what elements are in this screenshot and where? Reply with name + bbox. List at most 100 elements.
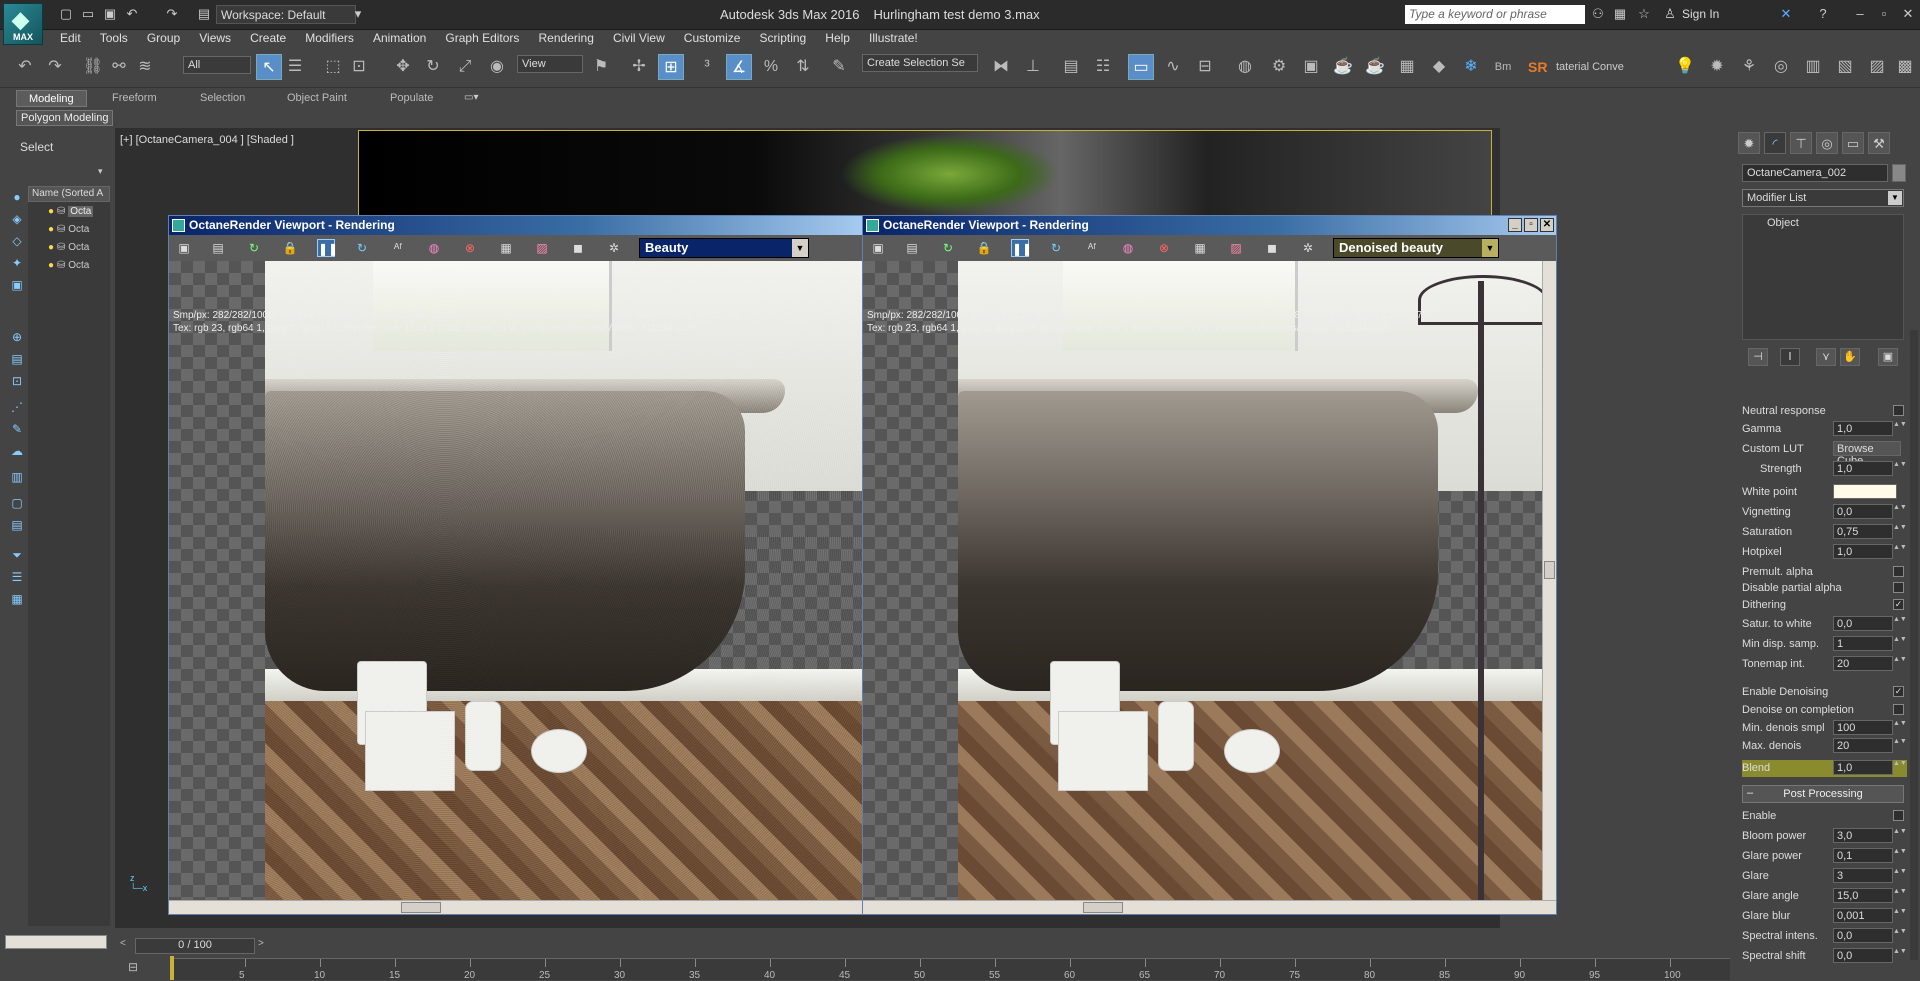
select-by-name-icon[interactable]: ☰ [282,54,308,80]
window-crossing-icon[interactable]: ⊡ [346,54,372,80]
rotate-icon[interactable]: ↻ [420,54,446,80]
color-picker-icon[interactable]: ◍ [425,239,443,257]
select-manipulate-icon[interactable]: ✢ [626,54,652,80]
picker-icon[interactable]: ▨ [533,239,551,257]
mirror-icon[interactable]: ⧓ [988,54,1014,80]
prop-checkbox[interactable]: ✓ [1893,686,1904,697]
time-prev-icon[interactable]: < [120,938,130,954]
menu-modifiers[interactable]: Modifiers [297,30,362,46]
menu-help[interactable]: Help [817,30,858,46]
filter-frozen-icon[interactable]: ▢ [8,496,26,512]
layers-icon[interactable]: ☷ [1090,54,1116,80]
prop-value-field[interactable]: 0,75 [1833,524,1893,539]
display-filter-icon[interactable]: ● [8,190,26,206]
link-icon[interactable]: ⛓ [80,54,106,80]
light-bulb-icon[interactable]: ● [48,206,54,217]
search-input[interactable]: Type a keyword or phrase [1405,5,1585,24]
spinner-icon[interactable]: ▲▼ [1893,720,1907,735]
filter-spacewarps-icon[interactable]: ▤ [8,352,26,368]
restart-render-icon[interactable]: ↻ [939,239,957,257]
app-menu-button[interactable]: ◆ MAX [3,3,43,45]
window-restore-icon[interactable]: ▫ [1524,218,1538,232]
prop-checkbox[interactable] [1893,810,1904,821]
ribbon-toggle-icon[interactable]: ▭ [1128,54,1154,80]
time-slider[interactable]: 0 / 100 [135,938,255,954]
reference-coord-dropdown[interactable]: View [517,55,583,73]
copy-render-icon[interactable]: ▤ [903,239,921,257]
curve-editor-icon[interactable]: ∿ [1160,54,1186,80]
prop-value-field[interactable]: 1,0 [1833,544,1893,559]
scroll-thumb[interactable] [401,902,441,913]
edit-named-selection-icon[interactable]: ✎ [826,54,852,80]
filter-shapes-icon[interactable]: ◇ [8,234,26,250]
align-icon[interactable]: ⊥ [1020,54,1046,80]
modifier-stack[interactable] [1742,214,1904,340]
filter-hidden-icon[interactable]: ▤ [8,518,26,534]
spinner-icon[interactable]: ▲▼ [1893,656,1907,671]
spinner-icon[interactable]: ▲▼ [1893,828,1907,843]
save-icon[interactable]: ▣ [102,6,118,22]
picker-icon[interactable]: ▨ [1227,239,1245,257]
new-file-icon[interactable]: ▢ [58,6,74,22]
menu-group[interactable]: Group [139,30,188,46]
render-setup-icon[interactable]: ⚙ [1266,54,1292,80]
make-unique-icon[interactable]: ⋎ [1816,348,1836,366]
prop-checkbox[interactable] [1893,405,1904,416]
window-close-icon[interactable]: ✕ [1540,218,1554,232]
explorer-header[interactable]: Name (Sorted A [28,186,110,202]
menu-graph-editors[interactable]: Graph Editors [437,30,527,46]
exchange-icon[interactable]: ✕ [1778,6,1794,22]
light-bulb-icon[interactable]: ● [48,224,54,235]
prop-value-field[interactable]: 100 [1833,720,1893,735]
time-playhead[interactable] [170,956,174,980]
settings-icon[interactable]: ✲ [605,239,623,257]
prop-value-field[interactable]: 20 [1833,656,1893,671]
render-hscrollbar[interactable] [863,900,1556,914]
filter-geometry-icon[interactable]: ◈ [8,212,26,228]
render-output-icon[interactable]: ▩ [1892,54,1918,80]
redo-icon[interactable]: ↷ [164,6,180,22]
af-focus-icon[interactable]: ᴬᶠ [389,239,407,257]
layers-list-icon[interactable]: ☰ [8,570,26,586]
sun-icon[interactable]: ✹ [1704,54,1730,80]
scroll-thumb[interactable] [1544,561,1555,579]
refresh-icon[interactable]: ↻ [353,239,371,257]
settings-icon[interactable]: ✲ [1299,239,1317,257]
lock-icon[interactable]: 🔒 [975,239,993,257]
show-end-result-icon[interactable]: Ⅰ [1780,348,1800,366]
render-teapot-icon[interactable]: ☕ [1330,54,1356,80]
spinner-icon[interactable]: ▲▼ [1893,616,1907,631]
white-point-swatch[interactable] [1833,484,1897,499]
snap-3-icon[interactable]: ³ [694,54,720,80]
filter-xrefs-icon[interactable]: ⋰ [8,400,26,416]
track-bar[interactable]: 5 10 15 20 25 30 35 40 45 50 55 60 65 70 75 80 85 90 95 100 [170,958,1730,981]
remove-modifier-icon[interactable]: ✋ [1840,348,1860,366]
film-region-icon[interactable]: ▦ [497,239,515,257]
menu-create[interactable]: Create [242,30,294,46]
prop-checkbox[interactable]: ✓ [1893,599,1904,610]
spinner-icon[interactable]: ▲▼ [1893,848,1907,863]
explorer-item[interactable]: ● ⛁ Octa [48,242,110,258]
pause-icon[interactable]: ❚❚ [1011,239,1032,257]
spinner-icon[interactable]: ▲▼ [1893,636,1907,651]
schematic-view-icon[interactable]: ⊟ [1192,54,1218,80]
prop-checkbox[interactable] [1893,566,1904,577]
menu-views[interactable]: Views [191,30,239,46]
bm-icon[interactable]: Bm [1490,54,1516,80]
spinner-icon[interactable]: ▲▼ [1893,421,1907,436]
pause-icon[interactable]: ❚❚ [317,239,338,257]
open-file-icon[interactable]: ▭ [80,6,96,22]
subscription-icon[interactable]: ▦ [1612,6,1628,22]
object-name-field[interactable]: OctaneCamera_002 [1742,164,1888,182]
color-picker-icon[interactable]: ◍ [1119,239,1137,257]
restart-render-icon[interactable]: ↻ [245,239,263,257]
funnel-icon[interactable]: ⏷ [8,548,26,564]
snowflake-icon[interactable]: ❄ [1458,54,1484,80]
octane-render-icon[interactable]: ▦ [1394,54,1420,80]
af-focus-icon[interactable]: ᴬᶠ [1083,239,1101,257]
menu-tools[interactable]: Tools [92,30,136,46]
menu-customize[interactable]: Customize [676,30,749,46]
prop-checkbox[interactable] [1893,704,1904,715]
redo-toolbar-icon[interactable]: ↷ [42,54,68,80]
filter-helpers-icon[interactable]: ⊕ [8,330,26,346]
